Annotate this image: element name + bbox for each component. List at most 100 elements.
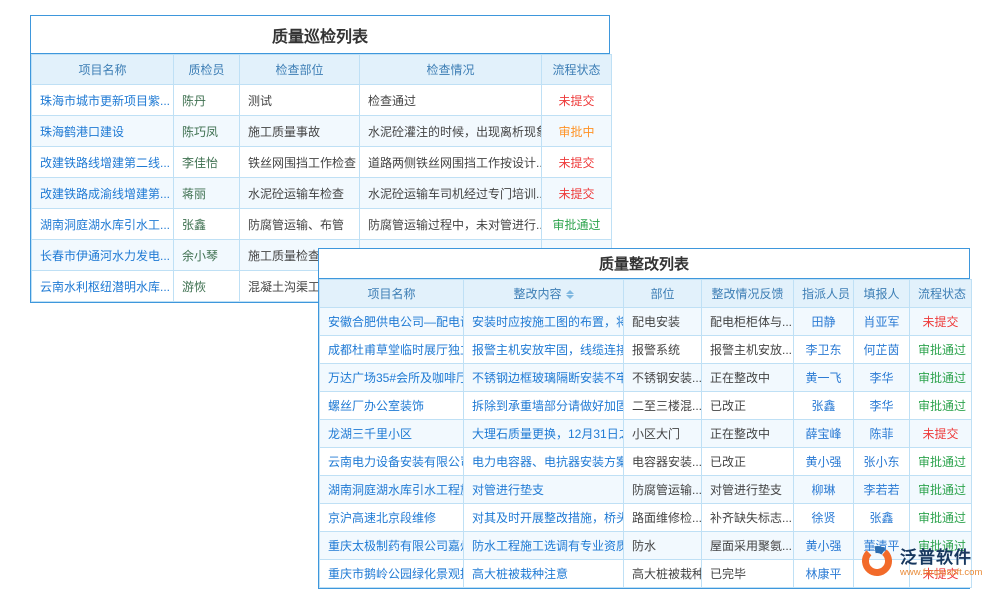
project-name-link[interactable]: 改建铁路成渝线增建第...: [32, 178, 174, 209]
reporter-cell: 李若若: [854, 476, 910, 504]
rectify-content-cell[interactable]: 电力电容器、电抗器安装方案...: [464, 448, 624, 476]
part-cell: 配电安装: [624, 308, 702, 336]
rectify-content-cell[interactable]: 报警主机安放牢固，线缆连接...: [464, 336, 624, 364]
project-name-link[interactable]: 万达广场35#会所及咖啡厅空...: [320, 364, 464, 392]
rectification-table-row[interactable]: 万达广场35#会所及咖啡厅空... 不锈钢边框玻璃隔断安装不牢... 不锈钢安装…: [320, 364, 972, 392]
rectify-content-cell[interactable]: 对管进行垫支: [464, 476, 624, 504]
inspection-result-cell: 道路两侧铁丝网围挡工作按设计...: [360, 147, 542, 178]
part-cell: 报警系统: [624, 336, 702, 364]
fanpu-logo-icon: [860, 544, 894, 583]
inspection-header-row: 项目名称 质检员 检查部位 检查情况 流程状态: [32, 55, 612, 85]
fanpu-logo[interactable]: 泛普软件 www.fanpusoft.com: [860, 544, 982, 583]
inspector-cell: 张鑫: [174, 209, 240, 240]
workflow-status-badge: 审批通过: [910, 448, 972, 476]
rectification-table-row[interactable]: 龙湖三千里小区 大理石质量更换，12月31日之... 小区大门 正在整改中 薛宝…: [320, 420, 972, 448]
project-name-link[interactable]: 龙湖三千里小区: [320, 420, 464, 448]
part-cell: 高大桩被栽种: [624, 560, 702, 588]
project-name-link[interactable]: 成都杜甫草堂临时展厅独立展...: [320, 336, 464, 364]
reporter-cell: 何芷茵: [854, 336, 910, 364]
workflow-status-badge: 审批通过: [910, 336, 972, 364]
rectify-content-cell[interactable]: 大理石质量更换，12月31日之...: [464, 420, 624, 448]
project-name-link[interactable]: 京沪高速北京段维修: [320, 504, 464, 532]
inspection-part-cell: 测试: [240, 85, 360, 116]
inspection-table-row[interactable]: 湖南洞庭湖水库引水工... 张鑫 防腐管运输、布管 防腐管运输过程中，未对管进行…: [32, 209, 612, 240]
part-cell: 不锈钢安装...: [624, 364, 702, 392]
col-header-inspection-part: 检查部位: [240, 55, 360, 85]
project-name-link[interactable]: 改建铁路线增建第二线...: [32, 147, 174, 178]
rectification-list-title: 质量整改列表: [319, 249, 969, 279]
rectification-table-row[interactable]: 螺丝厂办公室装饰 拆除到承重墙部分请做好加固... 二至三楼混... 已改正 张…: [320, 392, 972, 420]
rectification-table-row[interactable]: 成都杜甫草堂临时展厅独立展... 报警主机安放牢固，线缆连接... 报警系统 报…: [320, 336, 972, 364]
assignee-cell: 柳琳: [794, 476, 854, 504]
feedback-cell: 补齐缺失标志...: [702, 504, 794, 532]
rectification-table-row[interactable]: 安徽合肥供电公司—配电设备... 安装时应按施工图的布置，将... 配电安装 配…: [320, 308, 972, 336]
inspection-part-cell: 施工质量事故: [240, 116, 360, 147]
rectify-content-cell[interactable]: 防水工程施工选调有专业资质...: [464, 532, 624, 560]
reporter-cell: 张鑫: [854, 504, 910, 532]
fanpu-logo-name: 泛普软件: [900, 548, 982, 568]
part-cell: 防腐管运输...: [624, 476, 702, 504]
part-cell: 小区大门: [624, 420, 702, 448]
col-header-workflow-status: 流程状态: [910, 280, 972, 308]
project-name-link[interactable]: 重庆市鹅岭公园绿化景观提升...: [320, 560, 464, 588]
project-name-link[interactable]: 重庆太极制药有限公司嘉州中...: [320, 532, 464, 560]
part-cell: 二至三楼混...: [624, 392, 702, 420]
col-header-workflow-status: 流程状态: [542, 55, 612, 85]
inspection-table-row[interactable]: 珠海市城市更新项目紫... 陈丹 测试 检查通过 未提交: [32, 85, 612, 116]
project-name-link[interactable]: 珠海鹤港口建设: [32, 116, 174, 147]
assignee-cell: 黄一飞: [794, 364, 854, 392]
inspection-list-title: 质量巡检列表: [31, 16, 609, 54]
project-name-link[interactable]: 螺丝厂办公室装饰: [320, 392, 464, 420]
project-name-link[interactable]: 湖南洞庭湖水库引水工...: [32, 209, 174, 240]
col-header-inspector: 质检员: [174, 55, 240, 85]
feedback-cell: 屋面采用聚氨...: [702, 532, 794, 560]
rectification-table-row[interactable]: 湖南洞庭湖水库引水工程施工... 对管进行垫支 防腐管运输... 对管进行垫支 …: [320, 476, 972, 504]
sort-icon[interactable]: [566, 290, 574, 299]
rectification-table-row[interactable]: 云南电力设备安装有限公司20... 电力电容器、电抗器安装方案... 电容器安装…: [320, 448, 972, 476]
workflow-status-badge: 审批通过: [910, 364, 972, 392]
col-header-project-name: 项目名称: [32, 55, 174, 85]
feedback-cell: 配电柜柜体与...: [702, 308, 794, 336]
workflow-status-badge: 审批通过: [910, 504, 972, 532]
workflow-status-badge: 审批通过: [542, 209, 612, 240]
inspection-result-cell: 水泥砼灌注的时候，出现离析现象: [360, 116, 542, 147]
inspection-table-row[interactable]: 改建铁路成渝线增建第... 蒋丽 水泥砼运输车检查 水泥砼运输车司机经过专门培训…: [32, 178, 612, 209]
workflow-status-badge: 未提交: [542, 178, 612, 209]
inspection-table-row[interactable]: 改建铁路线增建第二线... 李佳怡 铁丝网围挡工作检查 道路两侧铁丝网围挡工作按…: [32, 147, 612, 178]
rectification-table-row[interactable]: 京沪高速北京段维修 对其及时开展整改措施，桥头... 路面维修检... 补齐缺失…: [320, 504, 972, 532]
inspection-result-cell: 防腐管运输过程中，未对管进行...: [360, 209, 542, 240]
fanpu-logo-text: 泛普软件 www.fanpusoft.com: [900, 548, 982, 578]
col-header-project-name: 项目名称: [320, 280, 464, 308]
project-name-link[interactable]: 云南水利枢纽潜明水库...: [32, 271, 174, 302]
workflow-status-badge: 审批通过: [910, 476, 972, 504]
assignee-cell: 张鑫: [794, 392, 854, 420]
assignee-cell: 李卫东: [794, 336, 854, 364]
project-name-link[interactable]: 安徽合肥供电公司—配电设备...: [320, 308, 464, 336]
project-name-link[interactable]: 云南电力设备安装有限公司20...: [320, 448, 464, 476]
project-name-link[interactable]: 珠海市城市更新项目紫...: [32, 85, 174, 116]
feedback-cell: 正在整改中: [702, 420, 794, 448]
workflow-status-badge: 未提交: [542, 147, 612, 178]
rectify-content-cell[interactable]: 安装时应按施工图的布置，将...: [464, 308, 624, 336]
assignee-cell: 薛宝峰: [794, 420, 854, 448]
reporter-cell: 张小东: [854, 448, 910, 476]
fanpu-logo-url: www.fanpusoft.com: [900, 568, 982, 579]
project-name-link[interactable]: 湖南洞庭湖水库引水工程施工...: [320, 476, 464, 504]
assignee-cell: 黄小强: [794, 532, 854, 560]
rectify-content-label: 整改内容: [513, 287, 561, 301]
inspection-part-cell: 水泥砼运输车检查: [240, 178, 360, 209]
assignee-cell: 黄小强: [794, 448, 854, 476]
col-header-part: 部位: [624, 280, 702, 308]
reporter-cell: 陈菲: [854, 420, 910, 448]
feedback-cell: 对管进行垫支: [702, 476, 794, 504]
project-name-link[interactable]: 长春市伊通河水力发电...: [32, 240, 174, 271]
rectify-content-cell[interactable]: 拆除到承重墙部分请做好加固...: [464, 392, 624, 420]
inspection-table-row[interactable]: 珠海鹤港口建设 陈巧凤 施工质量事故 水泥砼灌注的时候，出现离析现象 审批中: [32, 116, 612, 147]
feedback-cell: 已完毕: [702, 560, 794, 588]
rectify-content-cell[interactable]: 不锈钢边框玻璃隔断安装不牢...: [464, 364, 624, 392]
rectify-content-cell[interactable]: 高大桩被栽种注意: [464, 560, 624, 588]
col-header-rectify-content[interactable]: 整改内容: [464, 280, 624, 308]
rectify-content-cell[interactable]: 对其及时开展整改措施，桥头...: [464, 504, 624, 532]
assignee-cell: 田静: [794, 308, 854, 336]
inspector-cell: 李佳怡: [174, 147, 240, 178]
